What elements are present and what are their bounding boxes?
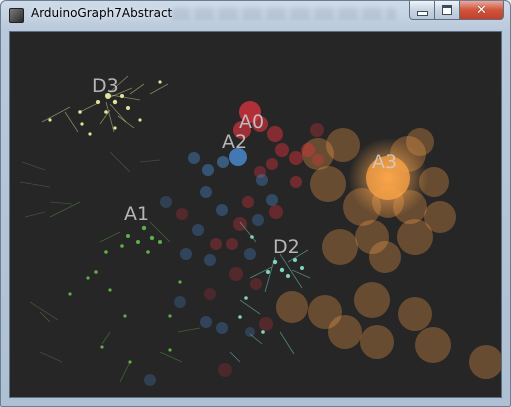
label-d3: D3 — [92, 75, 119, 97]
window-controls: ✕ — [409, 1, 504, 20]
label-a1: A1 — [124, 203, 149, 225]
label-a3: A3 — [372, 151, 397, 173]
app-window: ArduinoGraph7Abstract ✕ D3 A0 A2 A3 A1 D… — [0, 0, 511, 407]
title-bar[interactable]: ArduinoGraph7Abstract ✕ — [1, 1, 510, 29]
close-icon: ✕ — [476, 2, 487, 18]
faint-lines — [19, 151, 161, 363]
background-window-text — [171, 8, 396, 20]
a2-cluster — [144, 148, 278, 386]
minimize-icon — [416, 10, 428, 16]
maximize-button[interactable] — [435, 1, 460, 20]
window-title: ArduinoGraph7Abstract — [31, 6, 173, 20]
graph-canvas: D3 A0 A2 A3 A1 D2 — [9, 31, 502, 398]
graph-visualization: D3 A0 A2 A3 A1 D2 — [19, 75, 501, 386]
maximize-icon — [442, 5, 452, 15]
close-button[interactable]: ✕ — [460, 1, 504, 20]
app-icon[interactable] — [9, 8, 24, 23]
minimize-button[interactable] — [409, 1, 435, 20]
a1-cluster — [39, 201, 201, 383]
label-d2: D2 — [273, 236, 300, 258]
label-a0: A0 — [239, 111, 264, 133]
label-a2: A2 — [222, 131, 247, 153]
